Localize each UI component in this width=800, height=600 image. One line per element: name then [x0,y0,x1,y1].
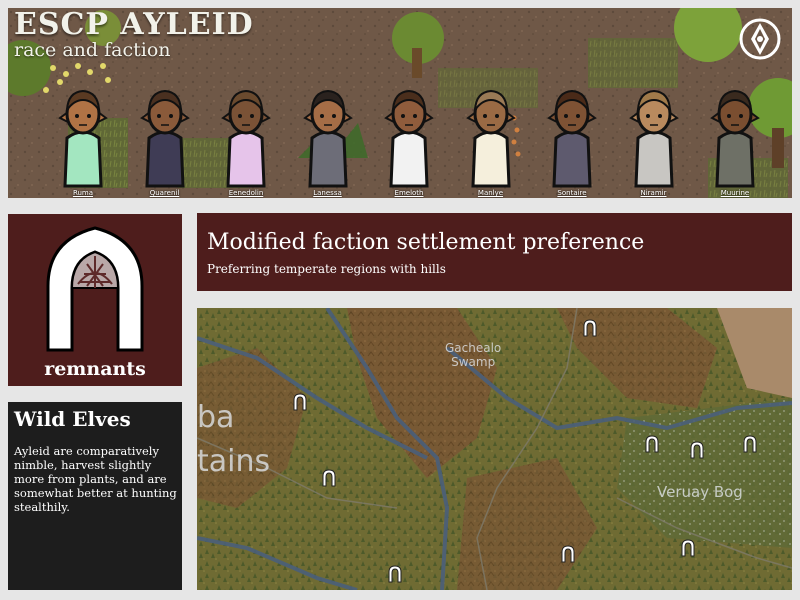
pawn-name[interactable]: Muurine [700,189,770,197]
settlement-icon[interactable] [322,469,336,487]
settlement-icon[interactable] [293,393,307,411]
pawn-name[interactable]: Emeloth [374,189,444,197]
feature-header: Modified faction settlement preference P… [197,213,792,291]
pawn-name[interactable]: Quarenil [130,189,200,197]
settlement-icon[interactable] [561,545,575,563]
map-label-tains: tains [197,444,271,479]
pawn-portrait [710,89,760,188]
settlement-icon[interactable] [583,319,597,337]
pawn-card[interactable]: Ruma [48,76,118,198]
feature-title: Modified faction settlement preference [207,230,645,255]
pawn-card[interactable]: Niramir [619,76,689,198]
map-label-gachealo-swamp: Gachealo Swamp [445,341,502,369]
pawn-portrait [465,89,516,188]
arch-icon [46,226,144,352]
ideoligion-label: remnants [44,358,146,380]
pawn-name[interactable]: Lanessa [293,189,363,197]
race-title: Wild Elves [14,407,131,431]
race-description: Ayleid are comparatively nimble, harvest… [14,444,177,514]
pawn-card[interactable]: Quarenil [130,76,200,198]
pawn-portrait [139,89,190,188]
pawn-name[interactable]: Sontaire [537,189,607,197]
pawn-card[interactable]: Sontaire [537,76,607,198]
pawn-portrait [58,89,108,188]
pawn-portrait [547,89,597,188]
pawn-card[interactable]: Manlye [456,76,526,198]
feature-subtitle: Preferring temperate regions with hills [207,262,446,276]
settlement-icon[interactable] [681,539,695,557]
settlement-icon[interactable] [743,435,757,453]
brand-line-2: race and faction [14,39,171,61]
pawn-portrait [221,89,271,188]
brand-line-1: ESCP AYLEID [14,8,254,42]
header-banner: ESCP AYLEID race and faction Ruma Quareni… [8,8,792,198]
race-description-panel: Wild Elves Ayleid are comparatively nimb… [8,402,182,590]
pawn-card[interactable]: Emeloth [374,76,444,198]
settlement-icon[interactable] [388,565,402,583]
ideoligion-panel: remnants [8,214,182,386]
pawn-portrait [628,89,679,188]
settlement-icon[interactable] [690,441,704,459]
pawn-card[interactable]: Eenedolin [211,76,281,198]
pawn-name[interactable]: Eenedolin [211,189,281,197]
pawn-name[interactable]: Ruma [48,189,118,197]
pawn-name[interactable]: Manlye [456,189,526,197]
ayleid-seal-icon [739,18,781,60]
settlement-icon[interactable] [645,435,659,453]
world-map[interactable]: Gachealo Swamp Veruay Bog ba tains [197,308,792,590]
pawn-portrait [384,89,434,188]
brand-title: ESCP AYLEID race and faction [14,10,254,60]
map-label-veruay-bog: Veruay Bog [657,483,743,501]
map-label-ba: ba [197,400,235,435]
pawn-card[interactable]: Lanessa [293,76,363,198]
pawn-name[interactable]: Niramir [619,189,689,197]
pawn-card[interactable]: Muurine [700,76,770,198]
pawn-portrait [302,89,353,188]
